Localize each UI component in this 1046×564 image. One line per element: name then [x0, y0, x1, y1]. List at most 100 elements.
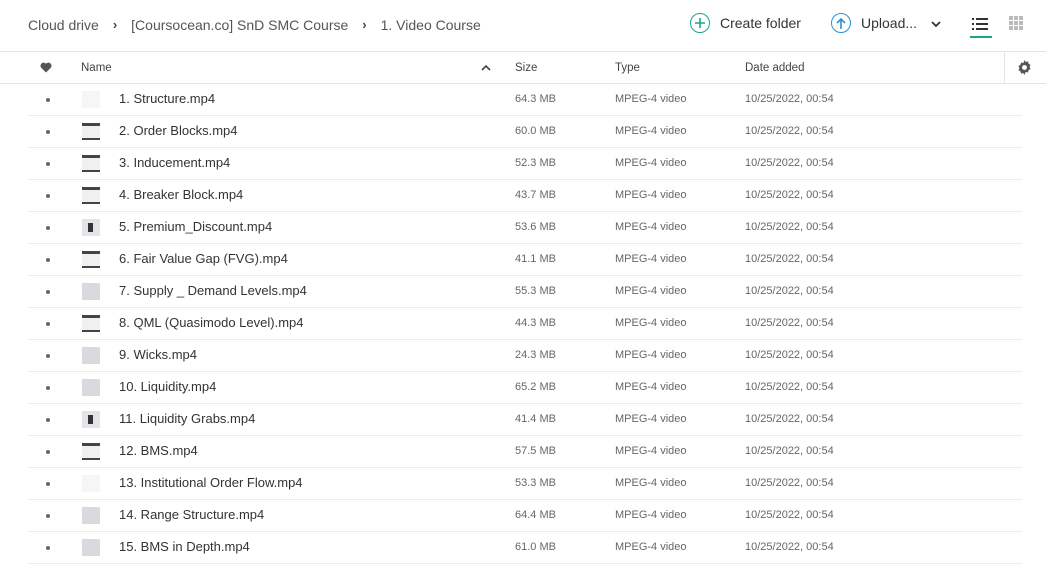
video-thumbnail-icon — [82, 219, 100, 236]
file-date-added: 10/25/2022, 00:54 — [745, 285, 834, 297]
favourite-column-heart-icon[interactable] — [40, 52, 52, 83]
breadcrumb-course-folder[interactable]: [Coursocean.co] SnD SMC Course — [131, 17, 348, 33]
file-size: 53.3 MB — [515, 477, 556, 489]
file-size: 41.4 MB — [515, 413, 556, 425]
table-row[interactable]: 11. Liquidity Grabs.mp4 41.4 MB MPEG-4 vid… — [0, 404, 1046, 436]
table-row[interactable]: 7. Supply _ Demand Levels.mp4 55.3 MB MPEG… — [0, 276, 1046, 308]
table-row[interactable]: 9. Wicks.mp4 24.3 MB MPEG-4 video 10/25/202… — [0, 340, 1046, 372]
favourite-dot-icon[interactable] — [46, 98, 50, 102]
favourite-dot-icon[interactable] — [46, 354, 50, 358]
top-bar: Cloud drive › [Coursocean.co] SnD SMC Co… — [0, 0, 1046, 49]
table-row[interactable]: 1. Structure.mp4 64.3 MB MPEG-4 video 10/25… — [0, 84, 1046, 116]
column-type[interactable]: Type — [615, 52, 640, 83]
file-type: MPEG-4 video — [615, 445, 687, 457]
file-name: 3. Inducement.mp4 — [119, 155, 231, 170]
gear-icon[interactable] — [1017, 52, 1032, 83]
breadcrumb-cloud-drive[interactable]: Cloud drive — [28, 17, 99, 33]
table-row[interactable]: 10. Liquidity.mp4 65.2 MB MPEG-4 video 10/2… — [0, 372, 1046, 404]
file-type: MPEG-4 video — [615, 125, 687, 137]
favourite-dot-icon[interactable] — [46, 162, 50, 166]
file-type: MPEG-4 video — [615, 541, 687, 553]
file-date-added: 10/25/2022, 00:54 — [745, 125, 834, 137]
video-thumbnail-icon — [82, 315, 100, 332]
sort-ascending-icon[interactable] — [481, 52, 491, 83]
file-type: MPEG-4 video — [615, 477, 687, 489]
video-thumbnail-icon — [82, 475, 100, 492]
video-thumbnail-icon — [82, 187, 100, 204]
table-row[interactable]: 4. Breaker Block.mp4 43.7 MB MPEG-4 video 1… — [0, 180, 1046, 212]
file-name: 8. QML (Quasimodo Level).mp4 — [119, 315, 304, 330]
favourite-dot-icon[interactable] — [46, 450, 50, 454]
favourite-dot-icon[interactable] — [46, 482, 50, 486]
video-thumbnail-icon — [82, 123, 100, 140]
video-thumbnail-icon — [82, 155, 100, 172]
favourite-dot-icon[interactable] — [46, 258, 50, 262]
video-thumbnail-icon — [82, 347, 100, 364]
favourite-dot-icon[interactable] — [46, 130, 50, 134]
file-name: 14. Range Structure.mp4 — [119, 507, 265, 522]
favourite-dot-icon[interactable] — [46, 322, 50, 326]
column-name[interactable]: Name — [81, 52, 112, 83]
file-size: 52.3 MB — [515, 157, 556, 169]
file-type: MPEG-4 video — [615, 189, 687, 201]
favourite-dot-icon[interactable] — [46, 226, 50, 230]
table-row[interactable]: 5. Premium_Discount.mp4 53.6 MB MPEG-4 vid… — [0, 212, 1046, 244]
grid-view-button[interactable] — [1009, 16, 1025, 32]
file-name: 12. BMS.mp4 — [119, 443, 198, 458]
file-list: 1. Structure.mp4 64.3 MB MPEG-4 video 10/25… — [0, 84, 1046, 564]
file-type: MPEG-4 video — [615, 413, 687, 425]
file-name: 7. Supply _ Demand Levels.mp4 — [119, 283, 307, 298]
create-folder-button[interactable]: Create folder — [690, 13, 801, 33]
file-date-added: 10/25/2022, 00:54 — [745, 93, 834, 105]
table-row[interactable]: 8. QML (Quasimodo Level).mp4 44.3 MB MPEG-… — [0, 308, 1046, 340]
video-thumbnail-icon — [82, 251, 100, 268]
chevron-down-icon[interactable] — [931, 15, 941, 31]
file-date-added: 10/25/2022, 00:54 — [745, 541, 834, 553]
video-thumbnail-icon — [82, 379, 100, 396]
video-thumbnail-icon — [82, 411, 100, 428]
upload-button[interactable]: Upload... — [831, 13, 941, 33]
file-name: 10. Liquidity.mp4 — [119, 379, 217, 394]
table-row[interactable]: 3. Inducement.mp4 52.3 MB MPEG-4 video 10/2… — [0, 148, 1046, 180]
column-date-added[interactable]: Date added — [745, 52, 804, 83]
table-row[interactable]: 12. BMS.mp4 57.5 MB MPEG-4 video 10/25/2022… — [0, 436, 1046, 468]
chevron-right-icon: › — [112, 17, 118, 32]
table-row[interactable]: 15. BMS in Depth.mp4 61.0 MB MPEG-4 video 1… — [0, 532, 1046, 564]
video-thumbnail-icon — [82, 507, 100, 524]
column-size[interactable]: Size — [515, 52, 537, 83]
file-size: 44.3 MB — [515, 317, 556, 329]
file-size: 61.0 MB — [515, 541, 556, 553]
table-header: Name Size Type Date added — [0, 51, 1046, 84]
file-name: 5. Premium_Discount.mp4 — [119, 219, 273, 234]
upload-label: Upload... — [861, 15, 918, 31]
favourite-dot-icon[interactable] — [46, 290, 50, 294]
favourite-dot-icon[interactable] — [46, 418, 50, 422]
table-row[interactable]: 13. Institutional Order Flow.mp4 53.3 MB M… — [0, 468, 1046, 500]
file-name: 15. BMS in Depth.mp4 — [119, 539, 250, 554]
file-date-added: 10/25/2022, 00:54 — [745, 381, 834, 393]
file-type: MPEG-4 video — [615, 253, 687, 265]
favourite-dot-icon[interactable] — [46, 194, 50, 198]
table-row[interactable]: 6. Fair Value Gap (FVG).mp4 41.1 MB MPEG-4… — [0, 244, 1046, 276]
file-type: MPEG-4 video — [615, 157, 687, 169]
file-type: MPEG-4 video — [615, 221, 687, 233]
favourite-dot-icon[interactable] — [46, 514, 50, 518]
file-size: 55.3 MB — [515, 285, 556, 297]
file-name: 1. Structure.mp4 — [119, 91, 216, 106]
file-size: 57.5 MB — [515, 445, 556, 457]
table-row[interactable]: 14. Range Structure.mp4 64.4 MB MPEG-4 vid… — [0, 500, 1046, 532]
breadcrumb-current-folder[interactable]: 1. Video Course — [381, 17, 481, 33]
video-thumbnail-icon — [82, 283, 100, 300]
upload-arrow-icon — [831, 13, 851, 33]
file-date-added: 10/25/2022, 00:54 — [745, 477, 834, 489]
file-size: 65.2 MB — [515, 381, 556, 393]
favourite-dot-icon[interactable] — [46, 546, 50, 550]
list-view-button[interactable] — [970, 15, 992, 38]
file-size: 53.6 MB — [515, 221, 556, 233]
file-name: 13. Institutional Order Flow.mp4 — [119, 475, 303, 490]
table-row[interactable]: 2. Order Blocks.mp4 60.0 MB MPEG-4 video 10… — [0, 116, 1046, 148]
favourite-dot-icon[interactable] — [46, 386, 50, 390]
file-name: 11. Liquidity Grabs.mp4 — [119, 411, 256, 426]
create-folder-label: Create folder — [720, 15, 801, 31]
file-size: 64.4 MB — [515, 509, 556, 521]
